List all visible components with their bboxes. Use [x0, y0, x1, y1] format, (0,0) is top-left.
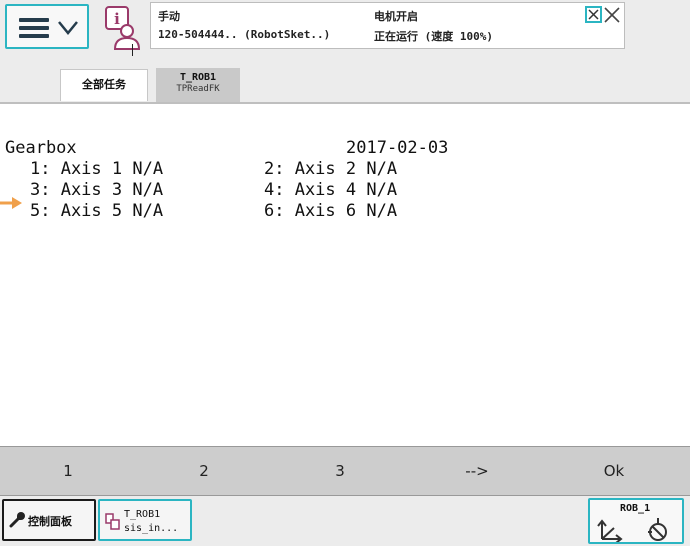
robot-jog-icon: [597, 518, 667, 542]
fkey-next[interactable]: -->: [409, 447, 545, 495]
axis-item-5[interactable]: 5: Axis 5 N/A: [30, 201, 163, 221]
function-key-bar: 1 2 3 --> Ok: [0, 446, 690, 496]
quickset-robot-button[interactable]: ROB_1: [588, 498, 684, 544]
chevron-down-icon: [58, 21, 78, 35]
fkey-1[interactable]: 1: [0, 447, 136, 495]
operating-mode: 手动: [158, 10, 180, 23]
tp-read-screen: Gearbox 2017-02-03 1: Axis 1 N/A 2: Axis…: [0, 104, 690, 446]
status-panel[interactable]: 手动 120-504444.. (RobotSket..) 电机开启 正在运行 …: [150, 2, 625, 49]
axis-item-1[interactable]: 1: Axis 1 N/A: [30, 159, 163, 179]
tab-task-module: TPReadFK: [176, 84, 220, 94]
axis-item-4[interactable]: 4: Axis 4 N/A: [264, 180, 397, 200]
tab-task-name: T_ROB1: [179, 72, 217, 83]
control-panel-label: 控制面板: [28, 515, 72, 528]
axis-item-6[interactable]: 6: Axis 6 N/A: [264, 201, 397, 221]
window-controls-icon[interactable]: [585, 5, 623, 25]
svg-text:i: i: [114, 10, 120, 28]
screen-date: 2017-02-03: [346, 138, 449, 158]
task-icon: [105, 513, 120, 530]
fkey-3[interactable]: 3: [272, 447, 408, 495]
tab-t-rob1[interactable]: T_ROB1 TPReadFK: [156, 68, 240, 102]
wrench-icon: [9, 512, 25, 528]
task-window-button[interactable]: T_ROB1 sis_in...: [98, 499, 192, 541]
fkey-2[interactable]: 2: [136, 447, 272, 495]
taskbar: 控制面板 T_ROB1 sis_in... ROB_1: [0, 496, 690, 546]
motor-state: 电机开启: [374, 10, 418, 23]
program-pointer-icon: [0, 197, 22, 209]
control-panel-button[interactable]: 控制面板: [2, 499, 96, 541]
controller-name: 120-504444.. (RobotSket..): [158, 28, 331, 41]
axis-item-3[interactable]: 3: Axis 3 N/A: [30, 180, 163, 200]
axis-item-2[interactable]: 2: Axis 2 N/A: [264, 159, 397, 179]
menu-icon: [19, 18, 49, 38]
tab-all-tasks[interactable]: 全部任务: [60, 69, 148, 101]
task-window-line1: T_ROB1: [124, 509, 161, 520]
run-state: 正在运行 (速度 100%): [374, 30, 493, 43]
info-icon[interactable]: i: [103, 5, 143, 51]
top-bar: i 手动 120-504444.. (RobotSket..) 电机开启 正在运…: [0, 0, 690, 56]
abb-menu-button[interactable]: [5, 4, 89, 49]
screen-title: Gearbox: [5, 138, 77, 158]
fkey-ok[interactable]: Ok: [546, 447, 682, 495]
task-window-line2: sis_in...: [124, 523, 179, 534]
task-tabs: 全部任务 T_ROB1 TPReadFK: [0, 56, 690, 102]
